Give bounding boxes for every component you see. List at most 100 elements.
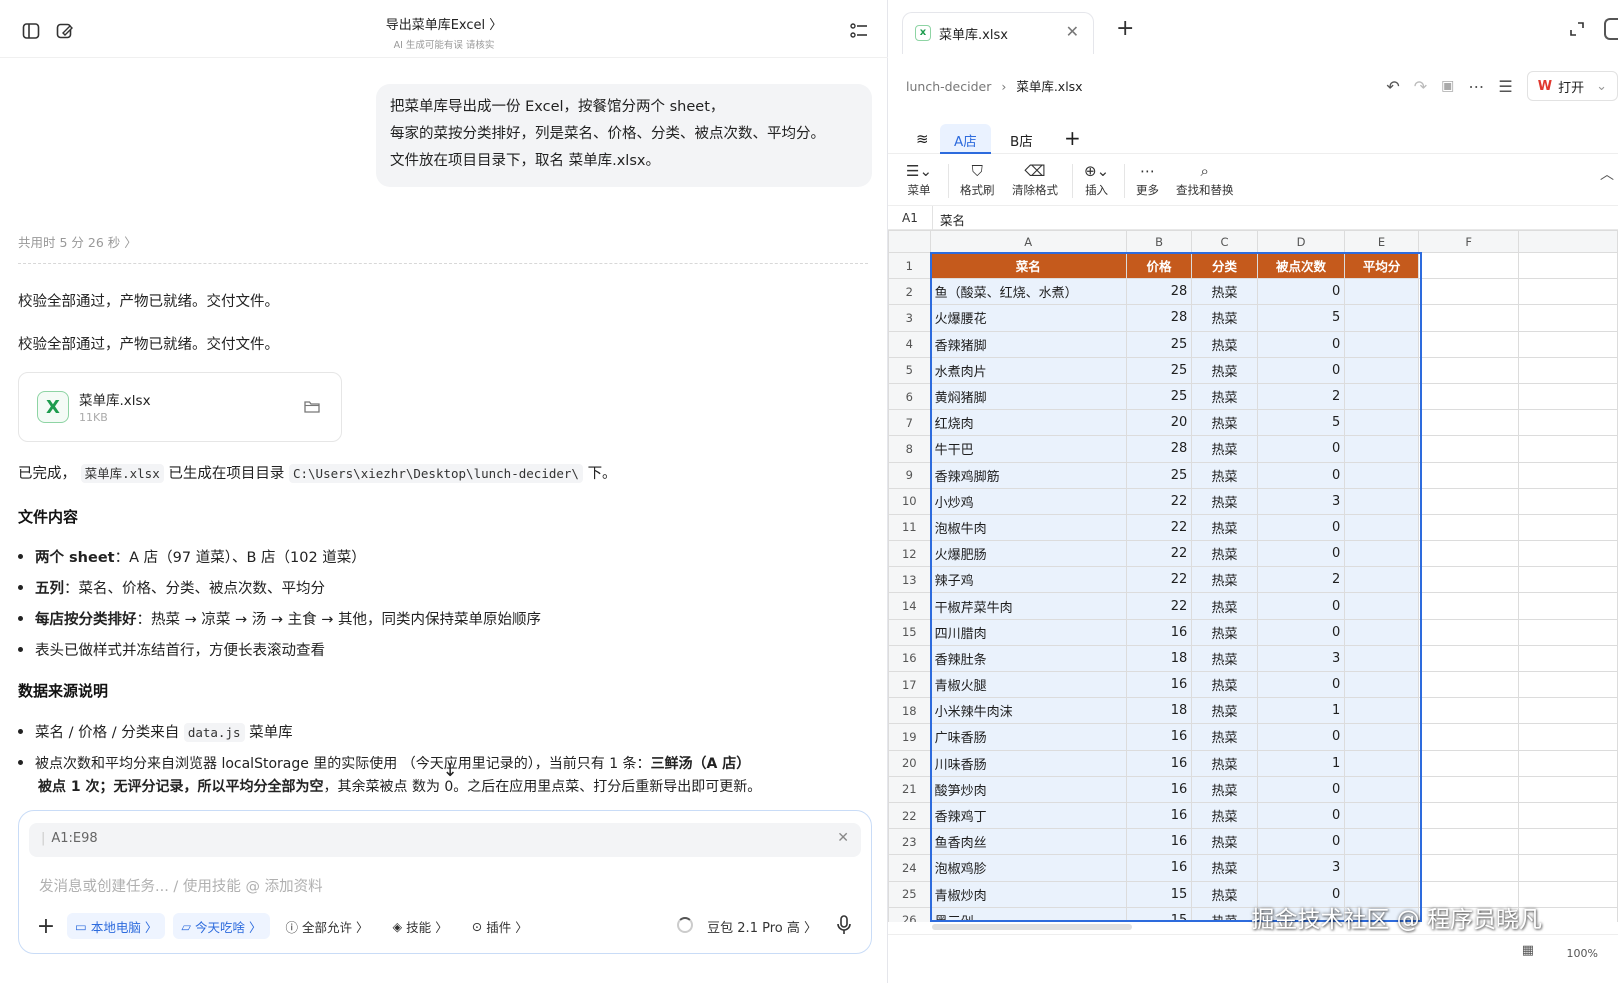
cell[interactable] [1518, 749, 1618, 777]
more-button[interactable]: ⋯ 更多 [1136, 162, 1159, 198]
row-header[interactable]: 11 [888, 513, 931, 542]
cell[interactable]: 16 [1125, 670, 1193, 699]
column-header-c[interactable]: C [1191, 230, 1258, 253]
model-selector[interactable]: 豆包 2.1 Pro 高 〉 [707, 917, 817, 936]
cell[interactable]: 28 [1125, 435, 1193, 463]
cell[interactable]: 干椒芹菜牛肉 [929, 592, 1127, 620]
chip-project[interactable]: ▱ 今天吃啥 〉 [173, 913, 270, 939]
header-cell[interactable]: 平均分 [1344, 251, 1419, 280]
row-header[interactable]: 8 [888, 435, 931, 463]
cell[interactable]: 热菜 [1191, 330, 1258, 358]
cell[interactable]: 0 [1256, 540, 1346, 568]
row-header[interactable]: 3 [888, 304, 931, 332]
cell[interactable]: 泡椒鸡胗 [929, 854, 1127, 882]
cell[interactable] [1417, 618, 1520, 646]
cell[interactable]: 0 [1256, 356, 1346, 384]
cell[interactable]: 黑三剁 [929, 906, 1127, 922]
cell[interactable]: 川味香肠 [929, 749, 1127, 777]
horizontal-scrollbar[interactable] [932, 924, 1132, 930]
cell[interactable]: 牛干巴 [929, 435, 1127, 463]
redo-icon[interactable]: ↷ [1414, 77, 1427, 96]
cell[interactable] [1344, 304, 1419, 332]
cell[interactable] [1344, 828, 1419, 856]
cell[interactable]: 热菜 [1191, 828, 1258, 856]
cell[interactable]: 3 [1256, 854, 1346, 882]
new-tab-icon[interactable]: + [1116, 16, 1134, 41]
collapse-ribbon-icon[interactable]: ︿ [1600, 164, 1614, 184]
row-header[interactable]: 26 [888, 906, 931, 922]
cell[interactable] [1518, 723, 1618, 751]
cell[interactable]: 热菜 [1191, 697, 1258, 725]
cell[interactable]: 16 [1125, 723, 1193, 751]
row-header[interactable]: 19 [888, 723, 931, 751]
cell[interactable] [1518, 828, 1618, 856]
cell[interactable]: 0 [1256, 330, 1346, 358]
cell[interactable]: 16 [1125, 618, 1193, 646]
cell[interactable]: 热菜 [1191, 487, 1258, 515]
row-header[interactable]: 21 [888, 775, 931, 803]
cell[interactable] [1518, 566, 1618, 594]
cell[interactable] [1518, 278, 1618, 306]
cell[interactable] [1518, 304, 1618, 332]
cell[interactable]: 18 [1125, 644, 1193, 673]
cell[interactable]: 辣子鸡 [929, 566, 1127, 594]
cell[interactable] [1518, 618, 1618, 646]
cell[interactable]: 16 [1125, 749, 1193, 777]
row-header[interactable]: 22 [888, 801, 931, 830]
cell[interactable] [1518, 670, 1618, 699]
sheet-tab-a[interactable]: A店 [940, 124, 991, 154]
cell[interactable]: 0 [1256, 513, 1346, 542]
cell[interactable] [1417, 409, 1520, 437]
close-icon[interactable]: ✕ [837, 830, 849, 846]
cell[interactable] [1344, 435, 1419, 463]
scroll-down-icon[interactable]: ↓ [438, 760, 462, 784]
cell[interactable] [1417, 435, 1520, 463]
cell[interactable] [1417, 592, 1520, 620]
cell[interactable] [1518, 801, 1618, 830]
row-header[interactable]: 10 [888, 487, 931, 515]
cell-reference[interactable]: A1 [902, 211, 918, 225]
cell[interactable]: 小米辣牛肉沫 [929, 697, 1127, 725]
cell[interactable]: 热菜 [1191, 356, 1258, 384]
cell[interactable]: 0 [1256, 775, 1346, 803]
cell[interactable]: 0 [1256, 461, 1346, 489]
cell[interactable] [1344, 330, 1419, 358]
cell[interactable] [1344, 775, 1419, 803]
cell[interactable]: 22 [1125, 592, 1193, 620]
microphone-icon[interactable] [833, 913, 855, 937]
cell[interactable]: 0 [1256, 723, 1346, 751]
cell[interactable]: 热菜 [1191, 278, 1258, 306]
header-cell[interactable]: 价格 [1125, 251, 1193, 280]
cell[interactable] [1518, 854, 1618, 882]
add-sheet-icon[interactable]: + [1050, 120, 1095, 150]
row-header[interactable]: 12 [888, 540, 931, 568]
cell[interactable]: 热菜 [1191, 906, 1258, 922]
cell[interactable] [1344, 487, 1419, 515]
cell[interactable] [1518, 251, 1618, 280]
chip-skills[interactable]: ◈ 技能 〉 [385, 913, 456, 939]
spreadsheet-grid[interactable]: ABCDEF 1 菜名 价格 分类 被点次数 平均分 2 鱼（酸菜、红烧、水煮） 28 热菜 0 3 火… [888, 230, 1618, 922]
cell[interactable] [1417, 304, 1520, 332]
cell[interactable] [1344, 540, 1419, 568]
cell[interactable] [1344, 801, 1419, 830]
cell[interactable]: 小炒鸡 [929, 487, 1127, 515]
cell[interactable]: 火爆腰花 [929, 304, 1127, 332]
cell[interactable]: 5 [1256, 304, 1346, 332]
cell[interactable]: 15 [1125, 906, 1193, 922]
cell[interactable]: 水煮肉片 [929, 356, 1127, 384]
insert-button[interactable]: ⊕⌄ 插入 [1084, 162, 1109, 198]
cell[interactable] [1518, 513, 1618, 542]
undo-icon[interactable]: ↶ [1386, 77, 1399, 96]
chip-local-computer[interactable]: ▭ 本地电脑 〉 [67, 913, 166, 939]
row-header[interactable]: 9 [888, 461, 931, 489]
cell[interactable]: 20 [1125, 409, 1193, 437]
row-header[interactable]: 24 [888, 854, 931, 882]
composer[interactable]: | A1:E98 ✕ 发消息或创建任务... / 使用技能 @ 添加资料 + ▭ 本… [18, 810, 872, 954]
cell[interactable]: 22 [1125, 540, 1193, 568]
view-icon[interactable]: ▦ [1522, 943, 1534, 958]
cell[interactable] [1518, 382, 1618, 411]
cell[interactable] [1417, 644, 1520, 673]
cell[interactable]: 15 [1125, 880, 1193, 908]
cell[interactable]: 红烧肉 [929, 409, 1127, 437]
cell[interactable]: 热菜 [1191, 409, 1258, 437]
